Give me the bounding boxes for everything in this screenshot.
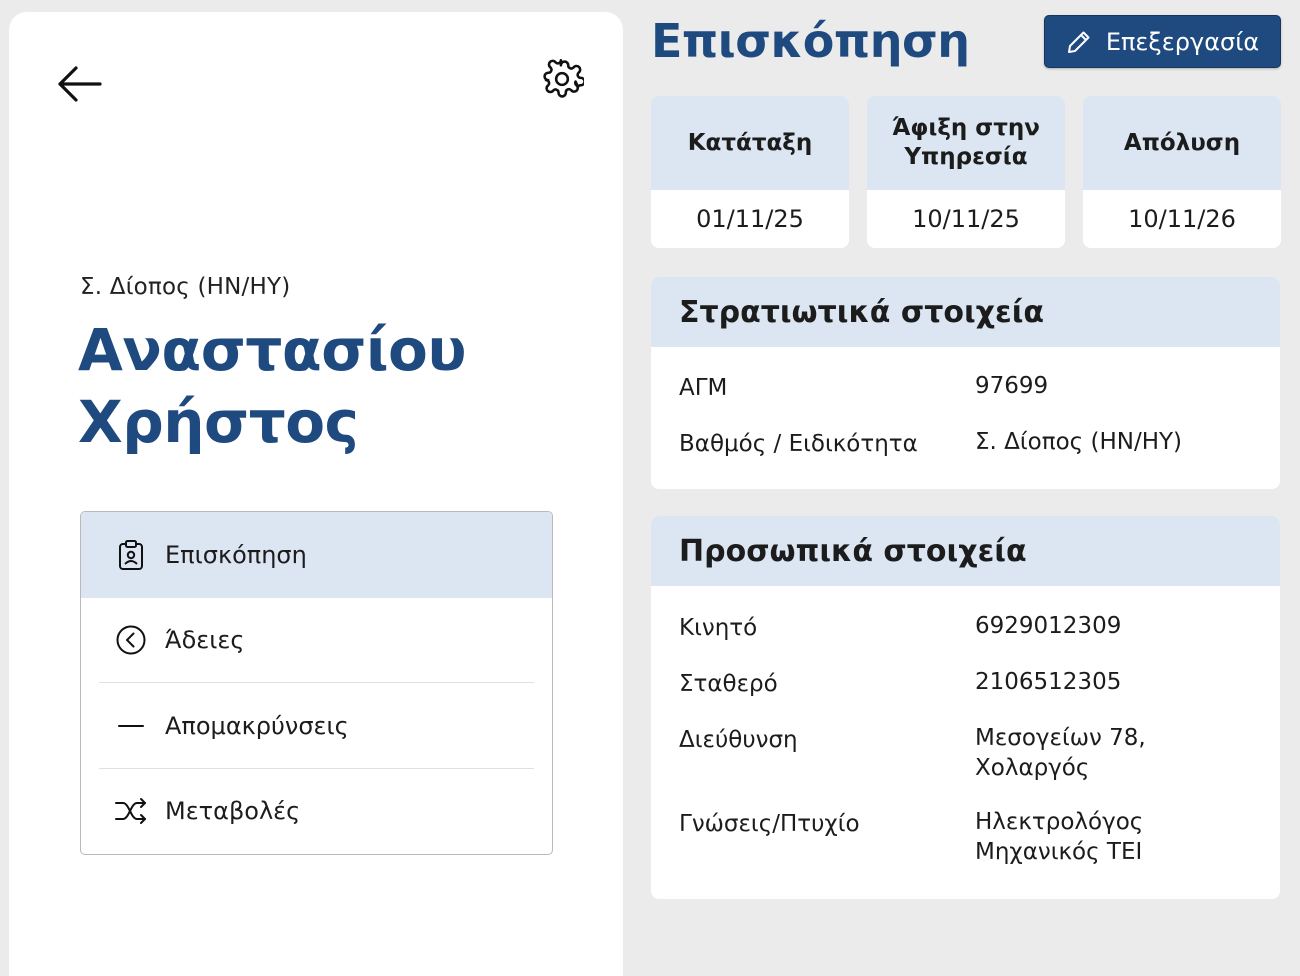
row-label: Βαθμός / Ειδικότητα: [679, 431, 918, 457]
person-surname: Αναστασίου: [78, 316, 467, 384]
row-label: ΑΓΜ: [679, 375, 728, 401]
date-label: Απόλυση: [1083, 96, 1281, 190]
arrow-left-icon: [58, 66, 102, 102]
page-title: Επισκόπηση: [651, 14, 970, 68]
date-card-arrival: Άφιξη στην Υπηρεσία 10/11/25: [867, 96, 1065, 248]
info-row: Διεύθυνση Μεσογείων 78, Χολαργός: [651, 698, 1280, 783]
section-title: Στρατιωτικά στοιχεία: [651, 277, 1280, 347]
date-card-discharge: Απόλυση 10/11/26: [1083, 96, 1281, 248]
edit-button[interactable]: Επεξεργασία: [1044, 15, 1281, 68]
info-row: Κινητό 6929012309: [651, 586, 1280, 642]
info-row: Βαθμός / Ειδικότητα Σ. Δίοπος (ΗΝ/ΗΥ): [651, 403, 1280, 459]
date-value: 01/11/25: [696, 205, 804, 233]
nav-label-changes: Μεταβολές: [165, 797, 301, 826]
back-button[interactable]: [47, 52, 111, 116]
nav-item-removals[interactable]: Απομακρύνσεις: [81, 683, 552, 769]
info-row: Γνώσεις/Πτυχίο Ηλεκτρολόγος Μηχανικός ΤΕ…: [651, 783, 1280, 865]
degree-line: Ηλεκτρολόγος: [975, 809, 1144, 835]
pencil-icon: [1067, 31, 1090, 53]
date-label: Άφιξη στην Υπηρεσία: [867, 96, 1065, 190]
personal-info-card: Προσωπικά στοιχεία Κινητό 6929012309 Στα…: [651, 516, 1280, 899]
minus-icon: [111, 706, 151, 746]
degree-line: Μηχανικός ΤΕΙ: [975, 839, 1143, 865]
settings-button[interactable]: [533, 50, 591, 108]
nav-label-overview: Επισκόπηση: [165, 540, 307, 569]
military-info-card: Στρατιωτικά στοιχεία ΑΓΜ 97699 Βαθμός / …: [651, 277, 1280, 489]
date-card-enlistment: Κατάταξη 01/11/25: [651, 96, 849, 248]
edit-button-label: Επεξεργασία: [1105, 27, 1260, 56]
nav-label-leaves: Άδειες: [165, 626, 245, 655]
address-line: Μεσογείων 78,: [975, 725, 1146, 751]
nav-item-leaves[interactable]: Άδειες: [81, 598, 552, 683]
row-label: Γνώσεις/Πτυχίο: [679, 811, 860, 837]
rank-label: Σ. Δίοπος (ΗΝ/ΗΥ): [80, 274, 291, 300]
date-label: Κατάταξη: [651, 96, 849, 190]
row-value: Ηλεκτρολόγος Μηχανικός ΤΕΙ: [975, 807, 1265, 867]
address-line: Χολαργός: [975, 755, 1090, 781]
row-value: Μεσογείων 78, Χολαργός: [975, 723, 1265, 783]
date-value: 10/11/25: [912, 205, 1020, 233]
row-value: Σ. Δίοπος (ΗΝ/ΗΥ): [975, 429, 1183, 455]
shuffle-icon: [111, 791, 151, 831]
nav-label-removals: Απομακρύνσεις: [165, 711, 349, 740]
row-label: Σταθερό: [679, 671, 778, 697]
profile-panel: Σ. Δίοπος (ΗΝ/ΗΥ) Αναστασίου Χρήστος Επι…: [9, 12, 623, 976]
nav-item-changes[interactable]: Μεταβολές: [81, 769, 552, 855]
row-value: 6929012309: [975, 613, 1122, 639]
date-value: 10/11/26: [1128, 205, 1236, 233]
row-label: Διεύθυνση: [679, 727, 798, 753]
row-value: 2106512305: [975, 669, 1122, 695]
info-row: Σταθερό 2106512305: [651, 642, 1280, 698]
info-row: ΑΓΜ 97699: [651, 347, 1280, 403]
person-name: Αναστασίου Χρήστος: [78, 314, 598, 458]
section-nav: Επισκόπηση Άδειες Απομακρύνσεις Μεταβολέ…: [80, 511, 553, 855]
clipboard-badge-icon: [111, 535, 151, 575]
row-label: Κινητό: [679, 615, 758, 641]
chevron-left-circle-icon: [111, 620, 151, 660]
gear-icon: [543, 59, 584, 98]
person-firstname: Χρήστος: [78, 388, 359, 456]
nav-item-overview[interactable]: Επισκόπηση: [81, 512, 552, 598]
row-value: 97699: [975, 373, 1049, 399]
section-title: Προσωπικά στοιχεία: [651, 516, 1280, 586]
